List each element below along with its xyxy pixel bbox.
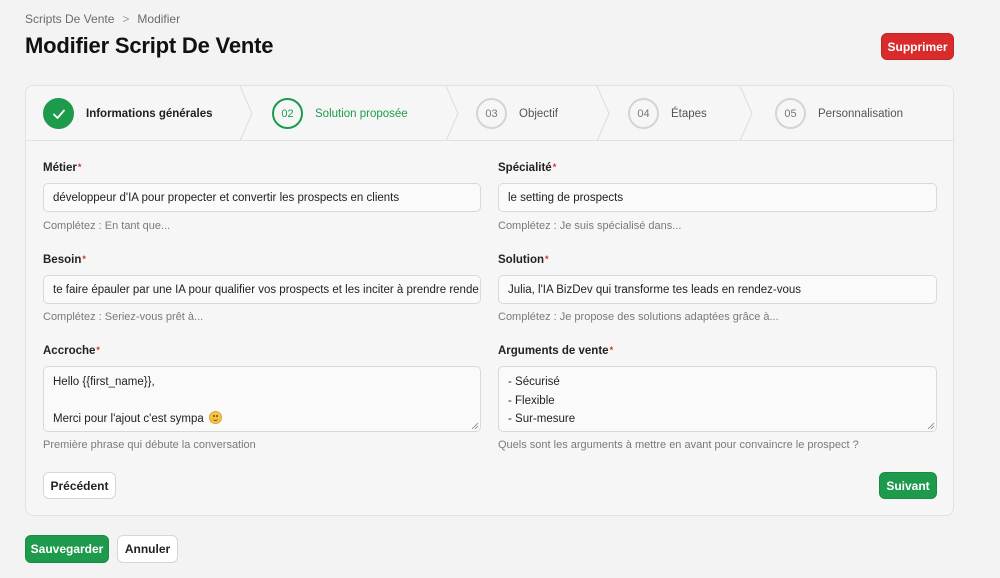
required-mark: * [77, 162, 82, 172]
required-mark: * [82, 254, 86, 264]
accroche-line: Merci pour l'ajout c'est sympa [53, 410, 471, 429]
step-etapes[interactable]: 04 Étapes [628, 86, 707, 141]
resize-handle-icon[interactable] [471, 422, 479, 430]
cancel-button[interactable]: Annuler [117, 535, 178, 563]
arguments-line: - Sur-mesure [508, 413, 576, 425]
step-label: Objectif [519, 107, 558, 120]
arguments-textarea[interactable]: - Sécurisé - Flexible - Sur-mesure [498, 366, 937, 432]
required-mark: * [96, 345, 100, 355]
previous-button[interactable]: Précédent [43, 472, 116, 499]
accroche-label: Accroche* [43, 345, 100, 357]
besoin-input[interactable]: te faire épauler par une IA pour qualifi… [43, 275, 481, 304]
step-number: 04 [628, 98, 659, 129]
solution-label: Solution* [498, 254, 549, 266]
step-informations-generales[interactable]: Informations générales [43, 86, 213, 141]
besoin-label: Besoin* [43, 254, 86, 266]
required-mark: * [545, 254, 549, 264]
accroche-textarea[interactable]: Hello {{first_name}}, Merci pour l'ajout… [43, 366, 481, 432]
metier-input[interactable]: développeur d'IA pour propecter et conve… [43, 183, 481, 212]
step-label: Étapes [671, 107, 707, 120]
specialite-label: Spécialité* [498, 162, 557, 174]
step-solution-proposee[interactable]: 02 Solution proposée [272, 86, 408, 141]
arguments-line: - Sécurisé [508, 376, 560, 388]
breadcrumb-parent-link[interactable]: Scripts De Vente [25, 12, 114, 26]
step-number: 03 [476, 98, 507, 129]
step-number: 02 [272, 98, 303, 129]
step-label: Solution proposée [315, 107, 408, 120]
delete-button[interactable]: Supprimer [881, 33, 954, 60]
step-number: 05 [775, 98, 806, 129]
arguments-hint: Quels sont les arguments à mettre en ava… [498, 439, 859, 451]
next-button[interactable]: Suivant [879, 472, 937, 499]
resize-handle-icon[interactable] [927, 422, 935, 430]
arguments-label: Arguments de vente* [498, 345, 614, 357]
form-card: Informations générales 02 Solution propo… [25, 85, 954, 516]
step-label: Informations générales [86, 107, 213, 120]
required-mark: * [609, 345, 614, 355]
step-label: Personnalisation [818, 107, 904, 120]
specialite-hint: Complétez : Je suis spécialisé dans... [498, 220, 682, 232]
solution-hint: Complétez : Je propose des solutions ada… [498, 311, 779, 323]
accroche-line [53, 392, 471, 411]
smiling-face-icon [208, 411, 222, 424]
breadcrumb-separator: > [122, 12, 130, 26]
breadcrumb: Scripts De Vente > Modifier [25, 12, 180, 26]
stepper: Informations générales 02 Solution propo… [26, 86, 953, 141]
save-button[interactable]: Sauvegarder [25, 535, 109, 563]
accroche-line: Hello {{first_name}}, [53, 376, 155, 388]
check-icon [43, 98, 74, 129]
arguments-line: - Flexible [508, 394, 555, 407]
metier-hint: Complétez : En tant que... [43, 220, 171, 232]
besoin-hint: Complétez : Seriez-vous prêt à... [43, 311, 204, 323]
specialite-input[interactable]: le setting de prospects [498, 183, 937, 212]
accroche-hint: Première phrase qui débute la conversati… [43, 439, 256, 451]
breadcrumb-current: Modifier [137, 12, 181, 26]
page-title: Modifier Script De Vente [25, 33, 274, 58]
metier-label: Métier* [43, 162, 82, 174]
step-personnalisation[interactable]: 05 Personnalisation [775, 86, 903, 141]
required-mark: * [552, 162, 557, 172]
solution-input[interactable]: Julia, l'IA BizDev qui transforme tes le… [498, 275, 937, 304]
step-objectif[interactable]: 03 Objectif [476, 86, 558, 141]
